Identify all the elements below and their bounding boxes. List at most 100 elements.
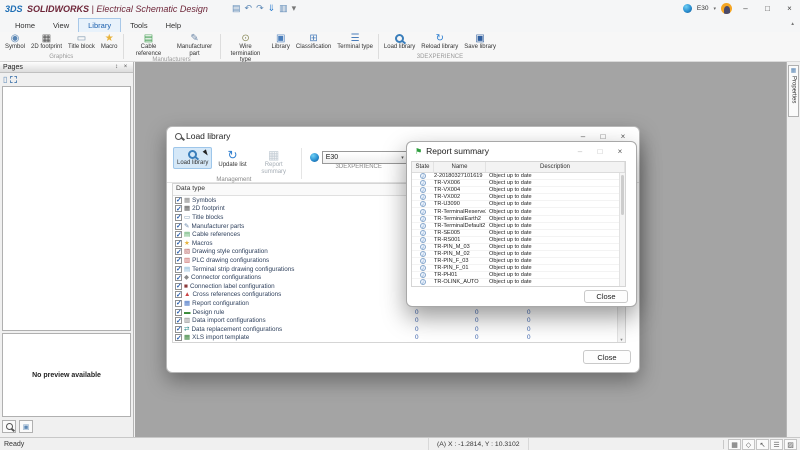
dialog-minimize-button[interactable]: – — [572, 147, 588, 156]
row-checkbox[interactable] — [175, 257, 182, 264]
row-checkbox[interactable] — [175, 248, 182, 255]
row-checkbox[interactable] — [175, 205, 182, 212]
row-checkbox[interactable] — [175, 300, 182, 307]
load-library-close-button[interactable]: Close — [583, 350, 631, 364]
row-checkbox[interactable] — [175, 197, 182, 204]
row-checkbox[interactable] — [175, 240, 182, 247]
dialog-close-button[interactable]: × — [612, 147, 628, 156]
library-button[interactable]: ▣Library — [269, 32, 293, 51]
tab-home[interactable]: Home — [6, 19, 44, 32]
scroll-down-icon[interactable]: ▼ — [618, 337, 625, 342]
table-row[interactable]: iTR-PIN_F_01Object up to date — [412, 265, 619, 272]
properties-tab[interactable]: ▦ Properties — [788, 65, 799, 117]
cursor-icon[interactable]: ↖ — [756, 439, 769, 450]
row-checkbox[interactable] — [175, 223, 182, 230]
scrollbar-thumb[interactable] — [621, 175, 624, 215]
title-block-button[interactable]: ▭Title block — [65, 32, 98, 51]
row-checkbox[interactable] — [175, 266, 182, 273]
header-name[interactable]: Name — [434, 162, 486, 172]
update-list-button[interactable]: ↻ Update list — [214, 147, 250, 171]
table-row[interactable]: iTR-VX004Object up to date — [412, 187, 619, 194]
row-checkbox[interactable] — [175, 334, 182, 341]
symbol-button[interactable]: ◉Symbol — [2, 32, 28, 51]
table-row[interactable]: iTR-PIN_F_03Object up to date — [412, 258, 619, 265]
classification-button[interactable]: ⊞Classification — [293, 32, 334, 51]
selection-frame-icon[interactable] — [10, 76, 17, 83]
row-checkbox[interactable] — [175, 283, 182, 290]
ribbon-collapse-icon[interactable]: ▴ — [791, 21, 794, 27]
table-row[interactable]: ▥Data import configurations000 — [173, 316, 617, 325]
manufacturer-part-button[interactable]: ✎Manufacturer part — [172, 32, 218, 57]
table-row[interactable]: i2-20180327101619Object up to date — [412, 173, 619, 180]
reload-library-button[interactable]: ↻Reload library — [418, 32, 461, 51]
dialog-maximize-button[interactable]: □ — [595, 132, 611, 141]
undo-icon[interactable]: ↶ — [245, 1, 253, 15]
grid-icon[interactable]: ▦ — [728, 439, 741, 450]
dialog-maximize-button[interactable]: □ — [592, 147, 608, 156]
row-checkbox[interactable] — [175, 317, 182, 324]
save-icon[interactable]: ▤ — [232, 1, 241, 15]
table-row[interactable]: iTR-VX002Object up to date — [412, 194, 619, 201]
table-row[interactable]: iTR-TerminalDefault2Object up to date — [412, 223, 619, 230]
panel-close-icon[interactable]: × — [121, 64, 130, 70]
save-all-icon[interactable]: ▥ — [279, 1, 288, 15]
report-summary-button[interactable]: ▦ Report summary — [253, 147, 295, 177]
lineweight-icon[interactable]: ☰ — [770, 439, 783, 450]
table-row[interactable]: iTR-VX006Object up to date — [412, 180, 619, 187]
header-state[interactable]: State — [412, 162, 434, 172]
table-row[interactable]: iTR-TerminalReserve2Object up to date — [412, 208, 619, 215]
new-page-icon[interactable]: ▯ — [3, 75, 7, 85]
header-data-type[interactable]: Data type — [173, 184, 409, 195]
terminal-type-button[interactable]: ☰Terminal type — [334, 32, 376, 51]
table-row[interactable]: iTR-TerminalEarth2Object up to date — [412, 216, 619, 223]
row-checkbox[interactable] — [175, 231, 182, 238]
macro-button[interactable]: ★Macro — [98, 32, 121, 51]
save-library-button[interactable]: ▣Save library — [461, 32, 499, 51]
3dexperience-compass-icon[interactable] — [683, 4, 692, 13]
panel-pin-icon[interactable]: ↕ — [112, 64, 121, 70]
qat-dropdown-icon[interactable]: ▾ — [292, 1, 297, 15]
report-summary-close-button[interactable]: Close — [584, 290, 628, 303]
table-row[interactable]: iTR-PH01Object up to date — [412, 272, 619, 279]
row-checkbox[interactable] — [175, 309, 182, 316]
load-library-button[interactable]: Load library — [173, 147, 212, 169]
table-row[interactable]: iTR-OLINK_AUTOObject up to date — [412, 279, 619, 286]
row-checkbox[interactable] — [175, 214, 182, 221]
table-row[interactable]: iTR-SE005Object up to date — [412, 230, 619, 237]
wire-termination-type-button[interactable]: ⊙Wire termination type — [223, 32, 269, 64]
table-row[interactable]: iTR-U3090Object up to date — [412, 201, 619, 208]
window-minimize-button[interactable]: – — [737, 4, 754, 13]
update-data-icon[interactable]: ⇓ — [268, 1, 276, 15]
collaborative-space-label[interactable]: E30 — [697, 5, 709, 12]
space-dropdown-icon[interactable]: ▾ — [713, 6, 716, 12]
pages-tree[interactable] — [2, 86, 131, 331]
tab-view[interactable]: View — [44, 19, 78, 32]
table-row[interactable]: iTR-PIN_M_02Object up to date — [412, 251, 619, 258]
draw-style-icon[interactable]: ▨ — [784, 439, 797, 450]
table-row[interactable]: ▬Design rule000 — [173, 308, 617, 317]
table-row[interactable]: ▦XLS import template000 — [173, 334, 617, 343]
table-row[interactable]: iTR-PIN_M_03Object up to date — [412, 244, 619, 251]
redo-icon[interactable]: ↷ — [256, 1, 264, 15]
tab-tools[interactable]: Tools — [121, 19, 157, 32]
table-row[interactable]: iTR-RS001Object up to date — [412, 237, 619, 244]
dialog-minimize-button[interactable]: – — [575, 132, 591, 141]
panel-view-button[interactable]: ▣ — [19, 420, 33, 433]
row-checkbox[interactable] — [175, 274, 182, 281]
row-checkbox[interactable] — [175, 291, 182, 298]
collaborative-space-select[interactable]: E30 ▾ — [322, 151, 408, 164]
tab-help[interactable]: Help — [157, 19, 190, 32]
header-description[interactable]: Description — [486, 162, 625, 172]
cable-reference-button[interactable]: ▤Cable reference — [126, 32, 172, 57]
table-row[interactable]: ⇄Data replacement configurations000 — [173, 325, 617, 334]
preview-zoom-button[interactable] — [2, 420, 16, 433]
tab-library[interactable]: Library — [78, 18, 121, 32]
window-close-button[interactable]: × — [781, 4, 798, 13]
load-library-button[interactable]: Load library — [381, 32, 418, 51]
dialog-close-button[interactable]: × — [615, 132, 631, 141]
window-maximize-button[interactable]: □ — [759, 4, 776, 13]
2d-footprint-button[interactable]: ▦2D footprint — [28, 32, 65, 51]
snap-icon[interactable]: ◇ — [742, 439, 755, 450]
row-checkbox[interactable] — [175, 326, 182, 333]
vertical-scrollbar[interactable] — [619, 173, 625, 286]
